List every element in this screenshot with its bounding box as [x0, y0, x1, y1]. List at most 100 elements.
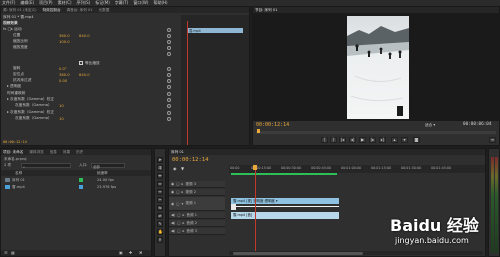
timeline-timecode[interactable]: 00:00:12:14	[172, 157, 208, 163]
tab-media-browser[interactable]: 媒体浏览	[29, 150, 43, 155]
reset-keyframe-icon[interactable]	[167, 103, 171, 108]
lock-icon[interactable]: ▢	[177, 213, 180, 217]
reset-keyframe-icon[interactable]	[167, 84, 171, 89]
column-name[interactable]: 名称	[15, 171, 22, 176]
tab-program[interactable]: 节目: 序列 01	[255, 8, 277, 13]
slide-tool[interactable]: ⇄	[157, 213, 163, 219]
reset-keyframe-icon[interactable]	[167, 66, 171, 71]
scrollbar-thumb[interactable]	[233, 251, 363, 255]
effect-property-row[interactable]: 时间重映射	[7, 91, 177, 97]
timeline-scrollbar[interactable]	[229, 251, 483, 255]
audio-clip[interactable]: 雪.mp4 [音]	[231, 212, 339, 219]
go-to-out-button[interactable]: ▸|	[379, 137, 386, 143]
effect-property-row[interactable]: 灰度系数（Gamma） 10	[15, 116, 177, 122]
effect-playhead[interactable]	[187, 21, 188, 145]
rolling-edit-tool[interactable]: ⇔	[157, 181, 163, 187]
slip-tool[interactable]: ⇆	[157, 205, 163, 211]
expand-icon[interactable]: ▸	[182, 182, 184, 186]
selection-tool[interactable]: ➤	[157, 157, 163, 163]
reset-keyframe-icon[interactable]	[167, 39, 171, 44]
reset-keyframe-icon[interactable]	[167, 91, 171, 96]
expand-icon[interactable]: ▸	[182, 190, 184, 194]
reset-keyframe-icon[interactable]	[167, 78, 171, 83]
effect-property-row[interactable]: 定位点 360.0 640.0	[13, 72, 177, 78]
video-clip-opacity-line[interactable]	[236, 206, 339, 207]
reset-keyframe-icon[interactable]	[167, 72, 171, 77]
effect-property-value[interactable]: 10	[59, 104, 64, 108]
tab-history[interactable]: 历史	[76, 150, 83, 155]
icon-view-icon[interactable]: ▦	[11, 250, 15, 255]
reset-keyframe-icon[interactable]	[167, 97, 171, 102]
reset-keyframe-icon[interactable]	[167, 27, 171, 32]
lock-icon[interactable]: ▢	[176, 190, 179, 194]
program-playhead[interactable]	[257, 129, 260, 133]
hand-tool[interactable]: ✋	[157, 229, 163, 235]
eye-icon[interactable]: ◉	[171, 182, 174, 186]
effect-property-row[interactable]: 位置 360.0 640.0	[13, 33, 177, 39]
collapse-icon[interactable]: ▾	[182, 202, 184, 206]
lock-icon[interactable]: ▢	[177, 221, 180, 225]
extract-button[interactable]: ▾	[401, 137, 408, 143]
effect-property-value[interactable]: 100.0	[59, 40, 70, 44]
fit-dropdown[interactable]: 适合 ▾	[425, 123, 435, 128]
tab-project[interactable]: 项目: 未命名	[3, 150, 23, 155]
effect-property-value[interactable]: 640.0	[79, 34, 90, 38]
tab-audio-mixer[interactable]: 调音台: 序列 01	[67, 8, 93, 13]
work-area-bar[interactable]	[231, 173, 337, 175]
effect-property-row[interactable]: 旋转 0.0°	[13, 66, 177, 72]
step-forward-button[interactable]: |▸	[369, 137, 376, 143]
time-ruler[interactable]: 00:00 00:00:15:00 00:00:30:00 00:00:45:0…	[229, 165, 485, 173]
reset-keyframe-icon[interactable]	[167, 45, 171, 50]
search-field[interactable]: ⌕	[21, 163, 71, 169]
tab-source[interactable]: 源: 序列 01 (未定义)	[3, 8, 37, 13]
go-to-in-button[interactable]: |◂	[339, 137, 346, 143]
speaker-icon[interactable]: ◀)	[171, 213, 175, 217]
razor-tool[interactable]: ✂	[157, 197, 163, 203]
export-frame-button[interactable]: ◙	[413, 137, 420, 143]
panel-menu-button[interactable]: ≡	[489, 137, 496, 143]
video-clip[interactable]: 雪.mp4 [视] 透明度:透明度 ▾	[231, 198, 339, 204]
lock-icon[interactable]: ▢	[177, 229, 180, 233]
program-scrub-bar[interactable]	[256, 131, 496, 134]
reset-keyframe-icon[interactable]	[167, 33, 171, 38]
track-header-video-2[interactable]: ◉ ▢ ▸ 视频 2	[169, 189, 225, 196]
zoom-tool[interactable]: ⚲	[157, 237, 163, 243]
track-header-video-1[interactable]: ◉ ▢ ▾ 视频 1	[169, 197, 225, 211]
rate-stretch-tool[interactable]: ↔	[157, 189, 163, 195]
effect-property-row[interactable]: ▸ 透明度	[7, 84, 177, 90]
new-item-icon[interactable]: ✚	[129, 250, 132, 255]
new-bin-icon[interactable]: ▣	[119, 250, 123, 255]
speaker-icon[interactable]: ◀)	[171, 221, 175, 225]
play-button[interactable]: ▶	[359, 137, 366, 143]
pen-tool[interactable]: ✎	[157, 221, 163, 227]
timeline-playhead[interactable]	[254, 170, 256, 254]
expand-icon[interactable]: ▸	[183, 229, 185, 233]
track-header-audio-1[interactable]: ◀) ▢ ▸ 音频 1	[169, 212, 225, 219]
lock-icon[interactable]: ▢	[176, 182, 179, 186]
effect-property-row[interactable]: 抗闪烁过滤 0.00	[13, 78, 177, 84]
mark-in-button[interactable]: {	[321, 137, 328, 143]
effect-property-value[interactable]: 360.0	[59, 34, 70, 38]
effect-property-value[interactable]: 640.0	[79, 73, 90, 77]
effect-property-row[interactable]: ▸ 灰度系数（Gamma）校正	[7, 97, 177, 103]
reset-keyframe-icon[interactable]	[167, 116, 171, 121]
track-header-audio-2[interactable]: ◀) ▢ ▸ 音频 2	[169, 220, 225, 227]
eye-icon[interactable]: ◉	[171, 190, 174, 194]
track-header-audio-3[interactable]: ◀) ▢ ▸ 音频 3	[169, 228, 225, 235]
ripple-edit-tool[interactable]: ⇹	[157, 173, 163, 179]
lock-icon[interactable]: ▢	[176, 202, 179, 206]
list-view-icon[interactable]: ☰	[4, 250, 8, 255]
entry-dropdown[interactable]: 全部	[91, 163, 125, 169]
tab-effect-controls[interactable]: 特效控制台	[43, 8, 61, 13]
eye-icon[interactable]: ◉	[171, 202, 174, 206]
tab-sequence[interactable]: 序列 01	[171, 150, 184, 155]
effect-property-value[interactable]: 0.00	[59, 79, 67, 83]
expand-icon[interactable]: ▸	[183, 213, 185, 217]
speaker-icon[interactable]: ◀)	[171, 229, 175, 233]
expand-icon[interactable]: ▸	[183, 221, 185, 225]
mark-out-button[interactable]: }	[330, 137, 337, 143]
tab-effects[interactable]: 效果	[63, 150, 70, 155]
marker-icon[interactable]: ▼	[181, 166, 184, 171]
effect-property-value[interactable]: 360.0	[59, 73, 70, 77]
reset-keyframe-icon[interactable]	[167, 110, 171, 115]
